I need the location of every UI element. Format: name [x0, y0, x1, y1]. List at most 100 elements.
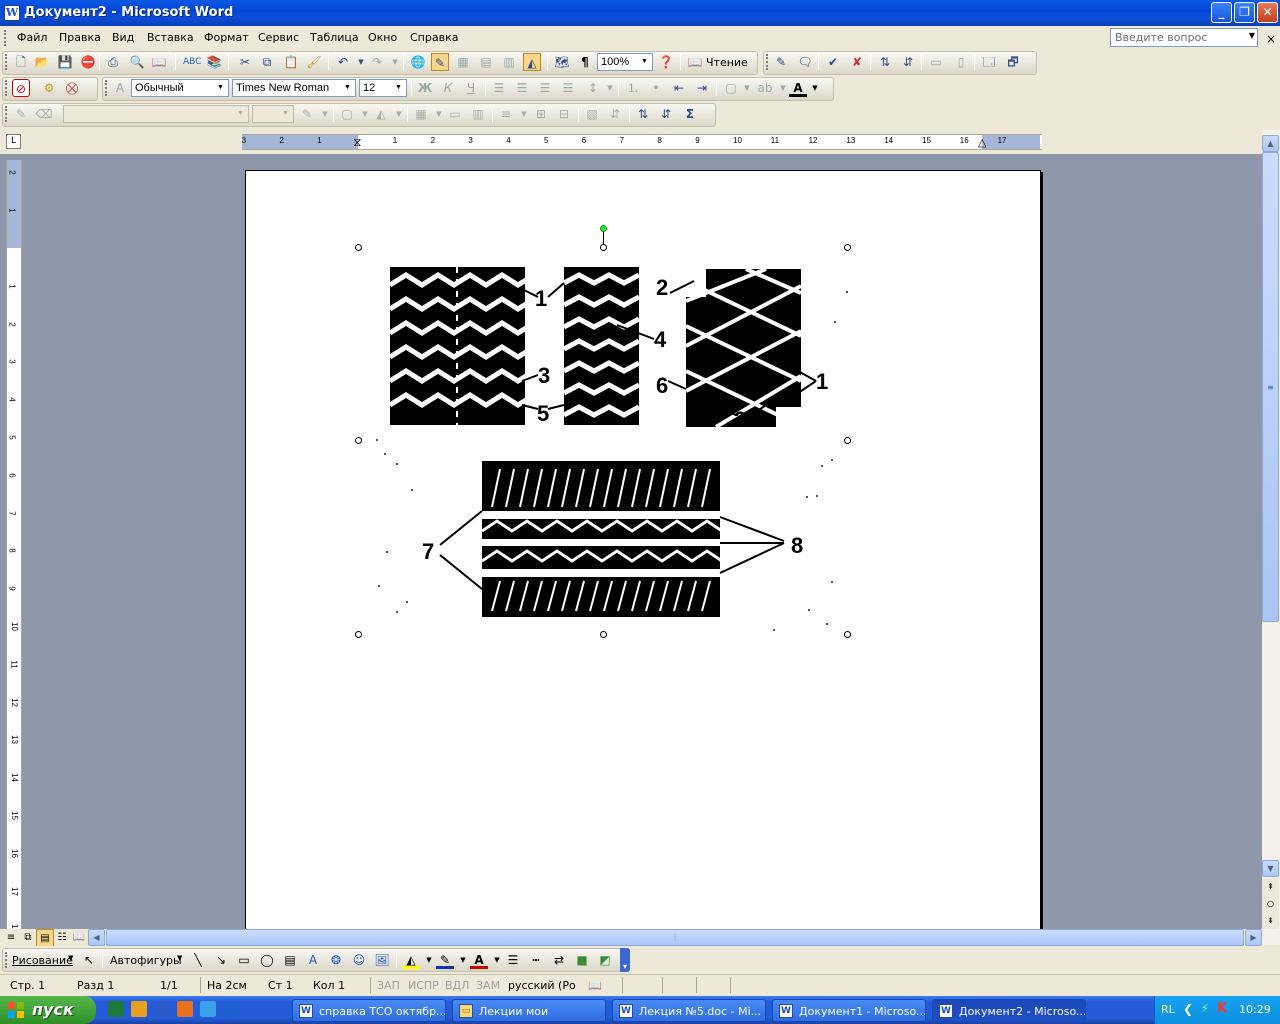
- scroll-up-button[interactable]: ▲: [1262, 135, 1279, 152]
- insert-table-icon[interactable]: ▦: [454, 53, 472, 71]
- chevron-down-icon[interactable]: ▼: [316, 105, 334, 123]
- menu-tools[interactable]: Сервис: [258, 31, 299, 44]
- open-folder-icon[interactable]: 📂: [33, 53, 51, 71]
- clip-art-icon[interactable]: ☺: [350, 951, 368, 969]
- selection-handle-top-center[interactable]: [600, 244, 607, 251]
- normal-view-icon[interactable]: ≡: [2, 929, 20, 947]
- horizontal-ruler[interactable]: 3 2 1 1 2 3 4 5 6 7 8 9 10 11 12 13 14 15 16 17 ⧖ △: [242, 134, 1042, 150]
- network-icon[interactable]: ⚡: [1201, 1002, 1209, 1015]
- status-overtype[interactable]: ЗАМ: [476, 979, 500, 992]
- reading-button-label[interactable]: Чтение: [706, 56, 748, 69]
- close-document-button[interactable]: ×: [1266, 32, 1276, 46]
- spelling-status-icon[interactable]: 📖: [588, 979, 602, 992]
- vertical-scrollbar[interactable]: ▲ ≡ ▼ ⇞ ○ ⇟: [1262, 130, 1280, 945]
- stop-icon[interactable]: ⊘: [12, 79, 30, 97]
- numbering-icon[interactable]: ⒈: [624, 79, 642, 97]
- shading-color-icon[interactable]: ◭: [372, 105, 390, 123]
- chevron-down-icon[interactable]: ▼: [601, 79, 619, 97]
- taskbar-item-3[interactable]: W Лекция №5.doc - Mi...: [612, 999, 766, 1022]
- dash-style-icon[interactable]: ┅: [527, 951, 545, 969]
- horizontal-scrollbar[interactable]: ◀ ⦙ ▶: [88, 929, 1262, 946]
- new-comment-icon[interactable]: 🗨: [796, 53, 814, 71]
- chevron-down-icon[interactable]: ▼: [68, 954, 73, 962]
- font-size-select[interactable]: 12 ▼: [359, 79, 407, 97]
- increase-indent-icon[interactable]: ⇥: [693, 79, 711, 97]
- taskbar-item-5[interactable]: W Документ2 - Microso...: [932, 999, 1086, 1022]
- chevron-down-icon[interactable]: ▼: [392, 81, 405, 95]
- shadow-style-icon[interactable]: ■: [573, 951, 591, 969]
- maximize-button[interactable]: ❐: [1234, 2, 1255, 23]
- merge-cells-icon[interactable]: ▭: [446, 105, 464, 123]
- justify-icon[interactable]: ☰: [559, 79, 577, 97]
- arrow-style-icon[interactable]: ⇄: [550, 951, 568, 969]
- selection-handle-bottom-left[interactable]: [355, 631, 362, 638]
- scroll-right-button[interactable]: ▶: [1245, 929, 1262, 946]
- undo-icon[interactable]: ↶: [334, 53, 352, 71]
- italic-button[interactable]: К: [439, 79, 457, 97]
- print-icon[interactable]: ⎙: [104, 53, 122, 71]
- tray-chevron-icon[interactable]: ❮: [1183, 1002, 1193, 1016]
- draw-table-icon[interactable]: ✎: [12, 105, 30, 123]
- excel-quicklaunch-icon[interactable]: [108, 1001, 124, 1017]
- redo-dropdown-icon[interactable]: ▼: [386, 53, 404, 71]
- taskbar-item-4[interactable]: W Документ1 - Microso...: [772, 999, 926, 1022]
- chevron-down-icon[interactable]: ▼: [177, 954, 182, 962]
- chevron-down-icon[interactable]: ▼: [390, 105, 408, 123]
- outline-view-icon[interactable]: ☷: [53, 929, 71, 947]
- menu-window[interactable]: Окно: [368, 31, 397, 44]
- chevron-down-icon[interactable]: ▼: [638, 55, 651, 69]
- previous-page-icon[interactable]: ⇞: [1262, 878, 1279, 895]
- status-track-changes[interactable]: ИСПР: [408, 979, 439, 992]
- distribute-rows-icon[interactable]: ⊞: [532, 105, 550, 123]
- zoom-select[interactable]: 100% ▼: [597, 53, 653, 71]
- line-style-select[interactable]: ▼: [63, 105, 249, 123]
- research-book-icon[interactable]: 📚: [205, 53, 223, 71]
- autoshapes-menu[interactable]: Автофигуры: [110, 954, 182, 967]
- minimize-button[interactable]: _: [1211, 2, 1232, 23]
- rotation-handle[interactable]: [600, 225, 607, 232]
- arrow-icon[interactable]: ↘: [212, 951, 230, 969]
- word-app-icon[interactable]: W: [4, 5, 20, 21]
- decrease-indent-icon[interactable]: ⇤: [670, 79, 688, 97]
- new-document-icon[interactable]: 🗋: [12, 53, 30, 71]
- accept-change-icon[interactable]: ✔: [824, 53, 842, 71]
- spelling-icon[interactable]: ABC: [183, 53, 201, 71]
- text-direction-icon[interactable]: ⇵: [606, 105, 624, 123]
- menu-format[interactable]: Формат: [204, 31, 249, 44]
- distribute-columns-icon[interactable]: ⊟: [555, 105, 573, 123]
- firefox-quicklaunch-icon[interactable]: [177, 1001, 193, 1017]
- text-box-icon[interactable]: ▤: [281, 951, 299, 969]
- wordart-icon[interactable]: A: [304, 951, 322, 969]
- columns-icon[interactable]: ▥: [500, 53, 518, 71]
- selection-handle-top-left[interactable]: [355, 244, 362, 251]
- edit-comment-icon[interactable]: ✎: [772, 53, 790, 71]
- line-icon[interactable]: ╲: [189, 951, 207, 969]
- reading-icon[interactable]: 📖: [686, 53, 704, 71]
- taskbar-item-2[interactable]: ▭ Лекции мои: [452, 999, 606, 1022]
- status-extend[interactable]: ВДЛ: [445, 979, 469, 992]
- menu-table[interactable]: Таблица: [310, 31, 359, 44]
- insert-excel-icon[interactable]: ▤: [477, 53, 495, 71]
- window-arrange-icon[interactable]: 🗔: [980, 53, 998, 71]
- chevron-down-icon[interactable]: ▼: [234, 107, 247, 121]
- horizontal-scroll-thumb[interactable]: ⦙: [106, 929, 1244, 946]
- show-hide-icon[interactable]: ¶: [576, 53, 594, 71]
- hyperlink-icon[interactable]: 🌐: [409, 53, 427, 71]
- bold-button[interactable]: Ж: [416, 79, 434, 97]
- tables-borders-icon[interactable]: ✎: [431, 53, 449, 71]
- line-weight-select[interactable]: ▼: [252, 105, 294, 123]
- sort-ascending-icon[interactable]: ⇅: [876, 53, 894, 71]
- rectangle-icon[interactable]: ▭: [235, 951, 253, 969]
- select-objects-icon[interactable]: ↖: [80, 951, 98, 969]
- line-spacing-icon[interactable]: ↕: [584, 79, 602, 97]
- style-select[interactable]: Обычный ▼: [131, 79, 229, 97]
- menu-insert[interactable]: Вставка: [147, 31, 194, 44]
- compare-icon[interactable]: ▯: [952, 53, 970, 71]
- menu-grip[interactable]: [4, 30, 7, 46]
- menu-view[interactable]: Вид: [112, 31, 134, 44]
- font-color-icon[interactable]: A: [789, 79, 807, 97]
- menu-edit[interactable]: Правка: [59, 31, 101, 44]
- title-bar[interactable]: W Документ2 - Microsoft Word _ ❐ ✕: [0, 0, 1280, 26]
- tire-tread-figure[interactable]: 1 2 4 3 5 6 1 2 7 8: [246, 171, 1042, 941]
- picture-icon[interactable]: 🖼: [373, 951, 391, 969]
